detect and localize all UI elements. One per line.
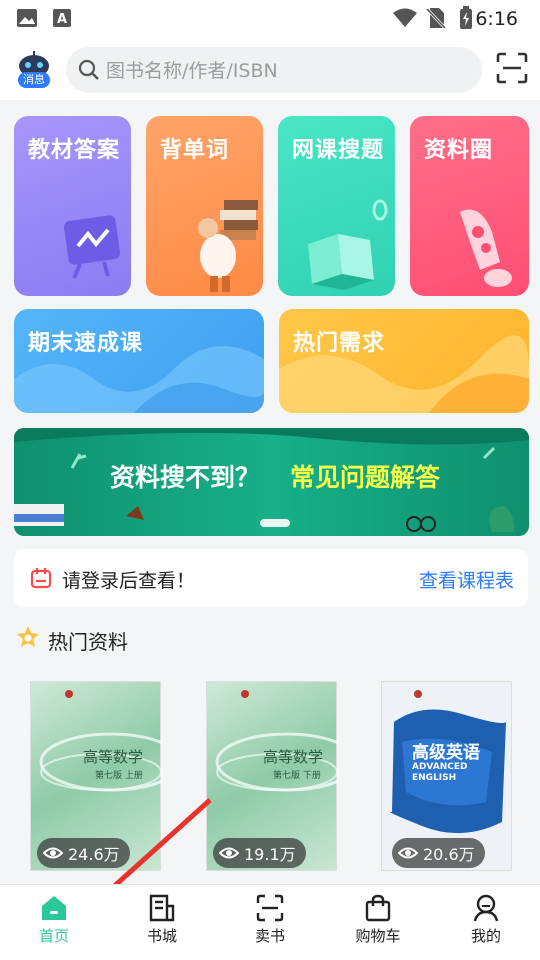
- banner-text-yellow: 常见问题解答: [290, 463, 441, 492]
- tab-sell-books[interactable]: 卖书: [216, 884, 324, 960]
- view-count-badge: 20.6万: [392, 838, 485, 868]
- tab-home[interactable]: 首页: [0, 884, 108, 960]
- rocket-icon: [460, 209, 512, 287]
- card-textbook-answers-label: 教材答案: [28, 138, 121, 163]
- card-resource-circle-label: 资料圈: [424, 138, 494, 163]
- banner-text-white: 资料搜不到？: [110, 463, 261, 492]
- card-hot-demand[interactable]: 热门需求: [279, 309, 529, 413]
- scan-sell-icon: [256, 894, 284, 922]
- book-title: 高等数学: [263, 748, 324, 766]
- card-vocabulary-label: 背单词: [160, 138, 230, 163]
- home-icon: [42, 896, 66, 920]
- user-icon: [473, 894, 499, 922]
- login-notice: 请登录后查看！ 查看课程表: [14, 549, 528, 607]
- svg-text:A: A: [57, 12, 67, 27]
- hot-section-title: 热门资料: [48, 630, 128, 654]
- book-subtitle: 第七版 下册: [273, 771, 321, 781]
- tab-cart-label: 购物车: [355, 927, 401, 945]
- card-hot-demand-label: 热门需求: [293, 331, 386, 356]
- scan-icon[interactable]: [496, 52, 528, 84]
- clock: 6:16: [475, 8, 518, 30]
- book-card[interactable]: 高等数学 第七版 下册 19.1万: [206, 681, 338, 871]
- wifi-icon: [393, 8, 417, 27]
- message-robot-button[interactable]: 消息: [12, 50, 56, 90]
- status-bar: A 6:16: [0, 0, 540, 38]
- tab-bookstore-label: 书城: [146, 927, 177, 945]
- view-count: 19.1万: [244, 845, 296, 864]
- view-count: 20.6万: [423, 845, 475, 864]
- search-icon: [78, 59, 99, 80]
- open-book-icon: [308, 199, 388, 290]
- student-books-icon: [198, 200, 258, 292]
- battery-icon: [460, 6, 472, 29]
- shopping-bag-icon: [365, 894, 391, 922]
- message-badge: 消息: [18, 72, 50, 88]
- view-count-badge: 19.1万: [213, 838, 306, 868]
- book-subtitle: ADVANCED ENGLISH: [412, 762, 468, 783]
- calendar-icon: [30, 568, 52, 589]
- card-textbook-answers[interactable]: 教材答案: [14, 116, 131, 296]
- tab-bookstore[interactable]: 书城: [108, 884, 216, 960]
- book-card[interactable]: 高级英语 ADVANCED ENGLISH 20.6万: [381, 681, 512, 871]
- card-course-search[interactable]: 网课搜题: [278, 116, 395, 296]
- newspaper-icon: [149, 894, 175, 922]
- card-course-search-label: 网课搜题: [292, 138, 385, 163]
- card-final-crash-course[interactable]: 期末速成课: [14, 309, 264, 413]
- search-placeholder[interactable]: 图书名称/作者/ISBN: [106, 56, 278, 83]
- tab-sell-books-label: 卖书: [254, 927, 285, 945]
- card-resource-circle[interactable]: 资料圈: [410, 116, 529, 296]
- tab-home-label: 首页: [38, 927, 69, 945]
- tab-profile-label: 我的: [470, 927, 501, 945]
- tab-cart[interactable]: 购物车: [324, 884, 432, 960]
- notice-text: 请登录后查看！: [62, 570, 196, 592]
- gallery-icon: [17, 9, 37, 27]
- font-icon: A: [53, 9, 71, 27]
- card-vocabulary[interactable]: 背单词: [146, 116, 263, 296]
- chart-board-icon: [63, 215, 121, 279]
- tab-profile[interactable]: 我的: [432, 884, 540, 960]
- carousel-indicator-active: [260, 519, 290, 527]
- eye-icon: [219, 847, 239, 859]
- book-subtitle: 第七版 上册: [95, 771, 143, 781]
- eye-icon: [398, 847, 418, 859]
- faq-banner[interactable]: 资料搜不到？ 常见问题解答: [14, 428, 529, 536]
- star-badge-icon: [17, 626, 39, 647]
- book-title: 高等数学: [83, 748, 144, 766]
- view-schedule-link[interactable]: 查看课程表: [419, 566, 514, 593]
- no-sim-icon: [426, 7, 446, 29]
- book-title: 高级英语: [412, 743, 480, 763]
- card-final-crash-course-label: 期末速成课: [28, 331, 144, 356]
